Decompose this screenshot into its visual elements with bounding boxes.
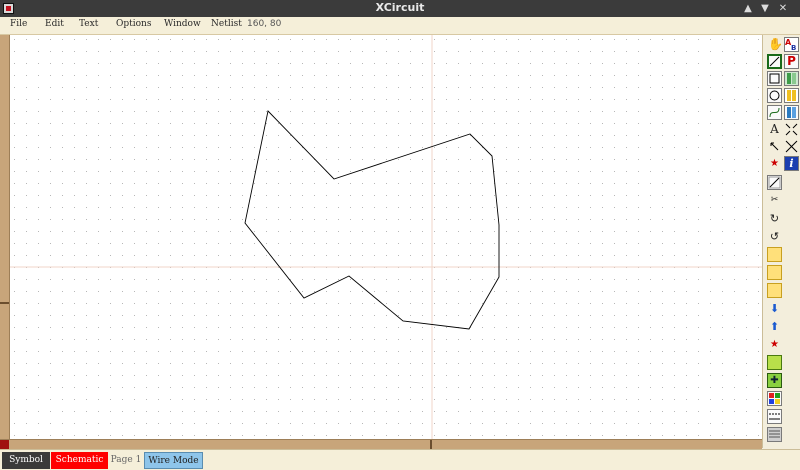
edit-icon[interactable] xyxy=(767,175,782,190)
zoom-fit-icon[interactable] xyxy=(784,139,799,154)
library-icon[interactable] xyxy=(784,71,799,86)
wire-mode-button[interactable]: Wire Mode xyxy=(144,452,203,469)
title-bar: XCircuit ▲ ▼ ✕ xyxy=(0,0,800,17)
window-title: XCircuit xyxy=(375,1,425,14)
text-ab-icon[interactable]: AB xyxy=(784,37,799,52)
raise-icon[interactable]: ⬆ xyxy=(767,319,782,334)
scroll-corner xyxy=(0,440,9,449)
menu-options[interactable]: Options xyxy=(116,19,151,29)
page-label: Page 1 xyxy=(110,455,142,465)
menu-window[interactable]: Window xyxy=(164,19,201,29)
puzzle-icon[interactable]: ✚ xyxy=(767,373,782,388)
menu-file[interactable]: File xyxy=(10,19,27,29)
grid-dots xyxy=(10,35,762,439)
menu-bar: File Edit Text Options Window Netlist 16… xyxy=(0,17,800,35)
schematic-button[interactable]: Schematic xyxy=(51,452,108,469)
box-icon[interactable] xyxy=(767,71,782,86)
vertical-scrollbar[interactable] xyxy=(0,35,10,439)
flip-v-icon[interactable] xyxy=(767,265,782,280)
canvas-drawing xyxy=(10,35,762,439)
book-icon[interactable] xyxy=(784,105,799,120)
pan-hand-icon[interactable]: ✋ xyxy=(767,37,782,52)
horizontal-scrollbar[interactable] xyxy=(0,439,762,449)
vertical-scroll-marker[interactable] xyxy=(0,302,9,304)
push-icon[interactable]: ★ xyxy=(767,156,782,171)
drawing-canvas[interactable] xyxy=(10,35,762,439)
menu-text[interactable]: Text xyxy=(79,19,98,29)
grid-pattern-icon[interactable] xyxy=(767,427,782,442)
pin-label-icon[interactable]: P xyxy=(784,54,799,69)
cut-icon[interactable]: ✂ xyxy=(767,193,782,208)
zoom-expand-icon[interactable] xyxy=(784,122,799,137)
text-icon[interactable]: A xyxy=(767,122,782,137)
page-directory-icon[interactable] xyxy=(784,88,799,103)
close-icon[interactable]: ✕ xyxy=(775,0,791,17)
color-icon[interactable] xyxy=(767,391,782,406)
menu-netlist[interactable]: Netlist xyxy=(211,19,242,29)
horizontal-scroll-marker[interactable] xyxy=(430,440,432,449)
lower-icon[interactable]: ⬇ xyxy=(767,301,782,316)
rotate-cw-icon[interactable]: ↻ xyxy=(767,211,782,226)
cursor-coordinates: 160, 80 xyxy=(247,19,282,29)
minimize-icon[interactable]: ▼ xyxy=(757,0,773,17)
window-up-icon[interactable]: ▲ xyxy=(740,0,756,17)
wire-icon[interactable] xyxy=(767,54,782,69)
fill-pattern-icon[interactable] xyxy=(767,355,782,370)
menu-edit[interactable]: Edit xyxy=(45,19,64,29)
svg-text:B: B xyxy=(791,44,796,51)
line-style-icon[interactable] xyxy=(767,409,782,424)
select-icon[interactable] xyxy=(767,139,782,154)
spline-icon[interactable] xyxy=(767,105,782,120)
info-icon[interactable]: i xyxy=(784,156,799,171)
arc-icon[interactable] xyxy=(767,88,782,103)
make-object-icon[interactable]: ★ xyxy=(767,337,782,352)
symbol-button[interactable]: Symbol xyxy=(2,452,50,469)
status-bar: Symbol Schematic Page 1 Wire Mode xyxy=(0,449,800,470)
rotate-ccw-icon[interactable]: ↺ xyxy=(767,229,782,244)
flip-h-icon[interactable] xyxy=(767,247,782,262)
copy-icon[interactable] xyxy=(767,283,782,298)
tool-palette: ✋ AB P A ★ i ✂ ↻ ↺ ⬇ ⬆ ★ ✚ xyxy=(762,35,800,448)
